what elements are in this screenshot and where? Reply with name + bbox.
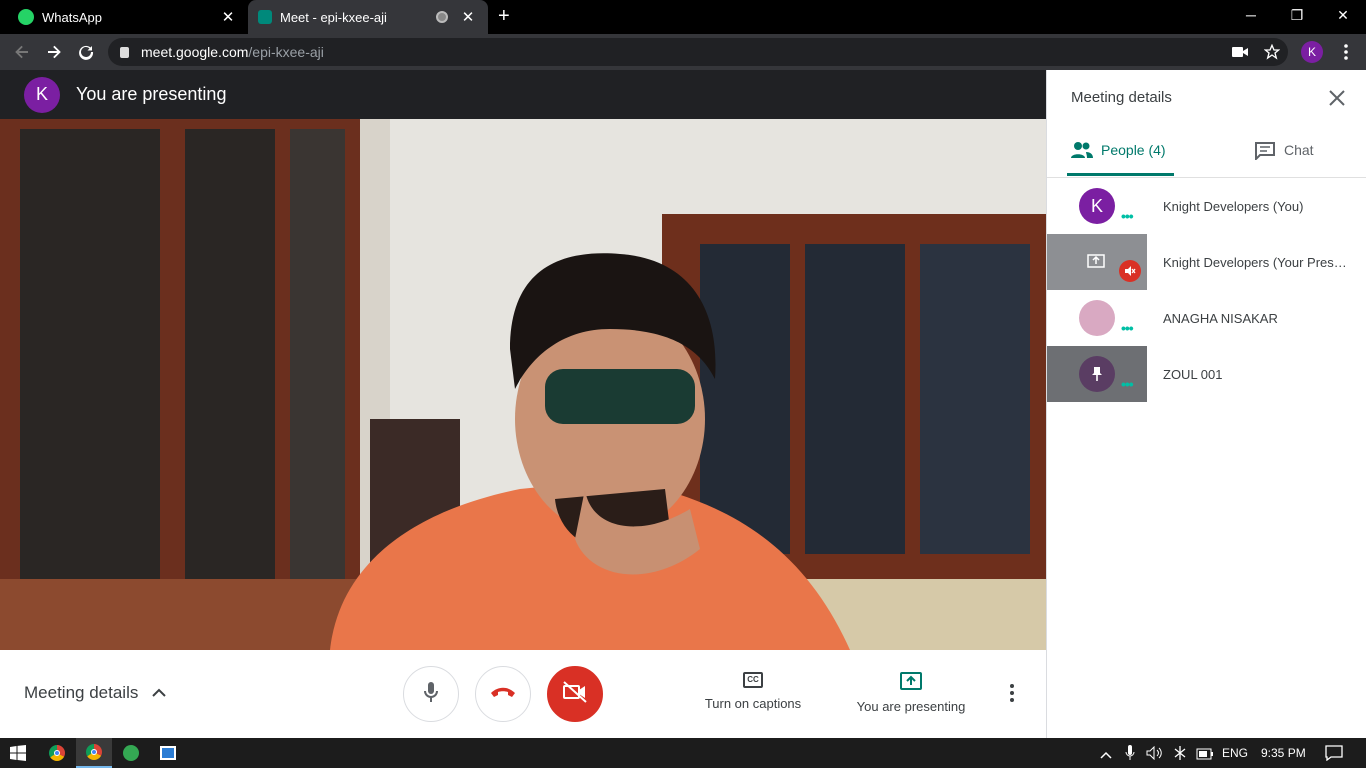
presenting-banner: K You are presenting <box>0 70 1046 119</box>
people-tab-label: People (4) <box>1101 142 1166 158</box>
tab-chat[interactable]: Chat <box>1255 142 1314 163</box>
participant-row[interactable]: ••• ANAGHA NISAKAR <box>1047 290 1366 346</box>
url-path: /epi-kxee-aji <box>248 44 324 60</box>
profile-avatar[interactable]: K <box>1301 41 1323 63</box>
windows-start-icon[interactable] <box>0 738 36 768</box>
restore-button[interactable]: ❐ <box>1274 0 1320 30</box>
participant-thumbnail: ••• <box>1047 290 1147 346</box>
presenting-label: You are presenting <box>856 699 966 714</box>
meeting-details-panel: Meeting details People (4) Chat K ••• Kn… <box>1046 70 1366 738</box>
meet-icon <box>258 10 272 24</box>
tab-meet[interactable]: Meet - epi-kxee-aji ✕ <box>248 0 488 34</box>
pin-icon <box>1079 356 1115 392</box>
url-host: meet.google.com <box>141 44 249 60</box>
presenter-avatar: K <box>24 76 60 113</box>
meeting-details-label: Meeting details <box>24 683 139 702</box>
bookmark-star-icon[interactable] <box>1256 34 1288 70</box>
participant-row[interactable]: ••• ZOUL 001 <box>1047 346 1366 402</box>
participant-thumbnail: K ••• <box>1047 178 1147 234</box>
participant-thumbnail <box>1047 234 1147 290</box>
webcam-image <box>0 119 1046 650</box>
whatsapp-icon <box>18 9 34 25</box>
chat-icon <box>1255 142 1275 163</box>
panel-title: Meeting details <box>1071 89 1172 106</box>
presenting-text: You are presenting <box>76 84 227 104</box>
chrome-icon[interactable] <box>39 738 75 768</box>
present-screen-icon <box>900 672 922 693</box>
new-tab-button[interactable]: + <box>498 5 510 28</box>
calculator-icon[interactable] <box>150 738 186 768</box>
captions-label: Turn on captions <box>704 696 802 711</box>
tab-people[interactable]: People (4) <box>1071 142 1176 176</box>
browser-toolbar: meet.google.com/epi-kxee-aji K <box>0 34 1366 70</box>
captions-button[interactable]: CC Turn on captions <box>700 672 806 711</box>
camera-off-button[interactable] <box>547 666 603 722</box>
camera-off-icon <box>562 680 588 708</box>
participant-row[interactable]: K ••• Knight Developers (You) <box>1047 178 1366 234</box>
main-video-feed <box>0 119 1046 650</box>
recording-indicator-icon <box>436 11 448 23</box>
close-tab-icon[interactable]: ✕ <box>218 8 238 26</box>
show-hidden-icons-icon[interactable] <box>1100 746 1112 764</box>
participant-name: Knight Developers (Your Presentation) <box>1163 254 1353 270</box>
participant-thumbnail: ••• <box>1047 346 1147 402</box>
lock-icon <box>120 46 129 58</box>
hang-up-icon <box>490 685 516 703</box>
battery-icon[interactable] <box>1196 747 1214 765</box>
participant-name: Knight Developers (You) <box>1163 198 1304 214</box>
chevron-up-icon <box>152 683 167 703</box>
camera-in-use-icon[interactable] <box>1224 34 1256 70</box>
presenting-button[interactable]: You are presenting <box>852 672 970 714</box>
app-pin-icon[interactable] <box>113 738 149 768</box>
browser-menu-icon[interactable] <box>1330 34 1362 70</box>
participant-name: ANAGHA NISAKAR <box>1163 310 1278 326</box>
more-options-icon[interactable] <box>1010 684 1014 707</box>
chrome-active-icon[interactable] <box>76 738 112 768</box>
minimize-button[interactable]: ─ <box>1228 0 1274 30</box>
close-tab-icon[interactable]: ✕ <box>458 8 478 26</box>
windows-taskbar: ENG 9:35 PM <box>0 738 1366 768</box>
tab-title: Meet - epi-kxee-aji <box>280 9 387 25</box>
volume-icon[interactable] <box>1146 745 1164 765</box>
microphone-tray-icon[interactable] <box>1125 745 1135 766</box>
forward-icon[interactable] <box>38 34 70 70</box>
participant-row[interactable]: Knight Developers (Your Presentation) <box>1047 234 1366 290</box>
participant-avatar: K <box>1079 188 1115 224</box>
close-window-button[interactable]: ✕ <box>1320 0 1366 30</box>
clock[interactable]: 9:35 PM <box>1261 746 1306 760</box>
microphone-button[interactable] <box>403 666 459 722</box>
browser-tab-strip: WhatsApp ✕ Meet - epi-kxee-aji ✕ + ─ ❐ ✕ <box>0 0 1366 34</box>
speaking-indicator-icon: ••• <box>1121 208 1134 224</box>
chat-tab-label: Chat <box>1284 142 1314 158</box>
leave-call-button[interactable] <box>475 666 531 722</box>
notifications-icon[interactable] <box>1325 745 1343 766</box>
speaking-indicator-icon: ••• <box>1121 320 1134 336</box>
people-icon <box>1071 142 1093 161</box>
back-icon[interactable] <box>6 34 38 70</box>
speaking-indicator-icon: ••• <box>1121 376 1134 392</box>
microphone-icon <box>424 681 438 707</box>
address-bar[interactable]: meet.google.com/epi-kxee-aji <box>108 38 1288 66</box>
presentation-icon <box>1087 254 1105 273</box>
participant-name: ZOUL 001 <box>1163 366 1223 382</box>
reload-icon[interactable] <box>70 34 102 70</box>
call-controls-bar: Meeting details CC Turn on captions You … <box>0 650 1046 738</box>
muted-mic-icon <box>1119 260 1141 282</box>
profile-initial: K <box>1301 41 1323 63</box>
captions-icon: CC <box>743 672 763 688</box>
tab-whatsapp[interactable]: WhatsApp ✕ <box>8 0 248 34</box>
close-panel-icon[interactable] <box>1329 90 1345 111</box>
tab-title: WhatsApp <box>42 9 102 25</box>
network-icon[interactable] <box>1172 745 1188 766</box>
participant-photo <box>1079 300 1115 336</box>
active-tab-indicator <box>1067 173 1174 176</box>
language-indicator[interactable]: ENG <box>1222 746 1248 760</box>
meeting-details-toggle[interactable]: Meeting details <box>24 683 167 703</box>
